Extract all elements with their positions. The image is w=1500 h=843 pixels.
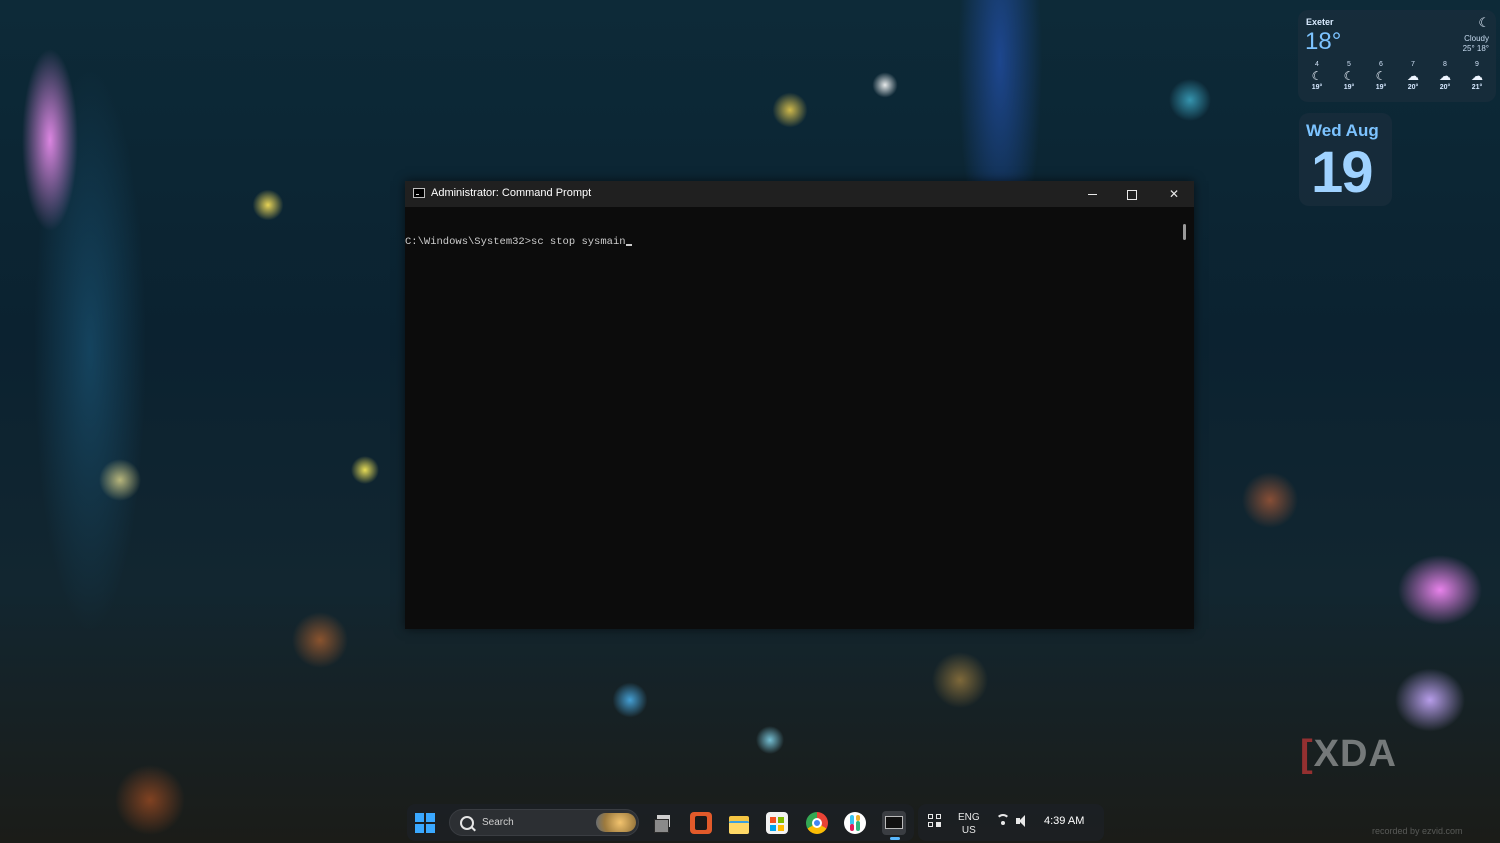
cloud-rain-icon: ☁	[1439, 69, 1451, 83]
moon-icon: ☾	[1311, 69, 1323, 83]
command-prompt-taskbar-icon[interactable]	[882, 811, 906, 840]
language-code: ENG	[958, 812, 980, 823]
windows-logo-icon	[426, 813, 435, 822]
forecast-item: 9 ☁ 21°	[1462, 60, 1492, 92]
task-view-icon[interactable]	[652, 812, 674, 834]
taskbar-apps: Search	[407, 804, 914, 841]
windows-logo-icon	[415, 824, 424, 833]
system-tray: ENG US 4:39 AM	[918, 804, 1104, 841]
forecast-item: 4 ☾ 19°	[1302, 60, 1332, 92]
forecast-item: 7 ☁ 20°	[1398, 60, 1428, 92]
cloud-icon: ☁	[1471, 69, 1483, 83]
forecast-temp: 21°	[1471, 84, 1483, 91]
taskbar-search[interactable]: Search	[449, 809, 639, 836]
maximize-icon	[1127, 189, 1137, 200]
console-area[interactable]: C:\Windows\System32>sc stop sysmain	[405, 207, 1180, 629]
vertical-scrollbar[interactable]	[1183, 224, 1186, 240]
forecast-hour: 9	[1475, 61, 1479, 68]
minimize-button[interactable]	[1071, 181, 1113, 207]
xda-logo: [XDA	[1300, 733, 1397, 775]
weather-hilo: 25° 18°	[1462, 44, 1489, 53]
forecast-item: 6 ☾ 19°	[1366, 60, 1396, 92]
qr-code-icon[interactable]	[928, 814, 942, 828]
console-line: C:\Windows\System32>sc stop sysmain	[405, 236, 632, 248]
slack-icon[interactable]	[844, 812, 866, 834]
weather-temp: 18°	[1305, 28, 1342, 55]
close-icon: ✕	[1168, 187, 1180, 201]
app-icon[interactable]	[690, 812, 712, 834]
window-titlebar[interactable]: Administrator: Command Prompt ✕	[405, 181, 1194, 207]
windows-logo-icon	[426, 824, 435, 833]
forecast-temp: 19°	[1375, 84, 1387, 91]
forecast-item: 5 ☾ 19°	[1334, 60, 1364, 92]
forecast-temp: 19°	[1311, 84, 1323, 91]
date-widget[interactable]: Wed Aug 19	[1299, 113, 1392, 206]
text-cursor	[625, 244, 632, 246]
forecast-temp: 20°	[1439, 84, 1451, 91]
cloud-rain-icon: ☁	[1407, 69, 1419, 83]
maximize-button[interactable]	[1111, 181, 1153, 207]
weather-forecast: 4 ☾ 19° 5 ☾ 19° 6 ☾ 19° 7 ☁ 20° 8 ☁ 20° …	[1302, 60, 1492, 92]
start-button[interactable]	[415, 813, 435, 833]
date-weekday-month: Wed Aug	[1306, 121, 1379, 140]
moon-icon: ☾	[1343, 69, 1355, 83]
weather-condition: Cloudy 25° 18°	[1463, 34, 1489, 54]
weather-city: Exeter	[1306, 17, 1334, 27]
keyboard-region: US	[961, 825, 976, 836]
search-highlight-image	[596, 813, 636, 832]
recorded-watermark: recorded by ezvid.com	[1372, 826, 1463, 836]
forecast-hour: 7	[1411, 61, 1415, 68]
console-prompt: C:\Windows\System32>	[405, 236, 532, 248]
moon-icon: ☾	[1478, 15, 1490, 30]
date-day: 19	[1311, 140, 1373, 205]
search-icon	[460, 816, 474, 830]
wifi-icon[interactable]	[996, 814, 1012, 828]
forecast-hour: 4	[1315, 61, 1319, 68]
minimize-icon	[1087, 194, 1097, 196]
cmd-app-icon	[413, 188, 425, 198]
language-indicator[interactable]: ENG US	[958, 811, 980, 837]
console-command: sc stop sysmain	[531, 236, 626, 248]
microsoft-store-icon[interactable]	[766, 812, 788, 834]
chrome-icon[interactable]	[806, 812, 828, 834]
weather-widget[interactable]: Exeter 18° ☾ Cloudy 25° 18° 4 ☾ 19° 5 ☾ …	[1298, 10, 1496, 102]
weather-condition-text: Cloudy	[1464, 34, 1489, 43]
volume-icon[interactable]	[1016, 815, 1030, 827]
close-button[interactable]: ✕	[1153, 181, 1195, 207]
command-prompt-window[interactable]: Administrator: Command Prompt ✕ C:\Windo…	[405, 181, 1194, 629]
forecast-hour: 6	[1379, 61, 1383, 68]
moon-icon: ☾	[1375, 69, 1387, 83]
file-explorer-icon[interactable]	[728, 812, 750, 834]
forecast-temp: 19°	[1343, 84, 1355, 91]
search-label: Search	[482, 817, 514, 828]
forecast-hour: 8	[1443, 61, 1447, 68]
xda-logo-text: XDA	[1313, 733, 1397, 775]
window-title: Administrator: Command Prompt	[431, 187, 592, 199]
windows-logo-icon	[415, 813, 424, 822]
taskbar-clock[interactable]: 4:39 AM	[1044, 815, 1084, 827]
forecast-hour: 5	[1347, 61, 1351, 68]
forecast-item: 8 ☁ 20°	[1430, 60, 1460, 92]
forecast-temp: 20°	[1407, 84, 1419, 91]
